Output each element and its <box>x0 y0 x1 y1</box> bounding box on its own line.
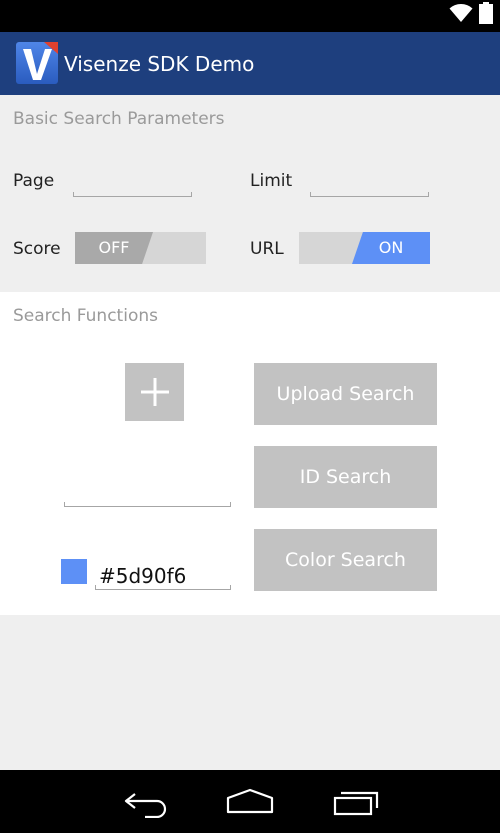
score-toggle-thumb: OFF <box>75 232 153 264</box>
status-bar <box>0 0 500 32</box>
basic-params-section: Basic Search Parameters Page Limit Score… <box>0 95 500 287</box>
limit-field <box>310 171 429 197</box>
url-toggle-thumb: ON <box>352 232 430 264</box>
basic-params-title: Basic Search Parameters <box>13 109 225 129</box>
app-title: Visenze SDK Demo <box>64 52 255 76</box>
id-search-button[interactable]: ID Search <box>254 446 437 508</box>
app-logo-icon <box>16 42 58 84</box>
color-field <box>95 564 231 590</box>
score-toggle[interactable]: OFF <box>75 232 206 264</box>
page-label: Page <box>13 171 55 191</box>
color-input[interactable] <box>99 564 227 588</box>
id-search-input[interactable] <box>68 481 227 505</box>
url-toggle[interactable]: ON <box>299 232 430 264</box>
add-image-button[interactable] <box>125 363 184 421</box>
home-icon[interactable] <box>225 788 275 818</box>
search-functions-title: Search Functions <box>13 306 158 326</box>
plus-icon <box>141 378 169 406</box>
limit-label: Limit <box>250 171 293 191</box>
color-swatch[interactable] <box>61 559 87 584</box>
recents-icon[interactable] <box>331 788 381 818</box>
color-search-button[interactable]: Color Search <box>254 529 437 591</box>
limit-input[interactable] <box>314 171 425 195</box>
page-input[interactable] <box>77 171 188 195</box>
score-label: Score <box>13 239 61 259</box>
nav-bar <box>0 770 500 833</box>
action-bar: Visenze SDK Demo <box>0 32 500 95</box>
id-search-field <box>64 481 231 507</box>
battery-icon <box>479 2 493 24</box>
page-field <box>73 171 192 197</box>
url-label: URL <box>250 239 284 259</box>
wifi-icon <box>449 4 473 22</box>
upload-search-button[interactable]: Upload Search <box>254 363 437 425</box>
back-icon[interactable] <box>121 788 171 818</box>
